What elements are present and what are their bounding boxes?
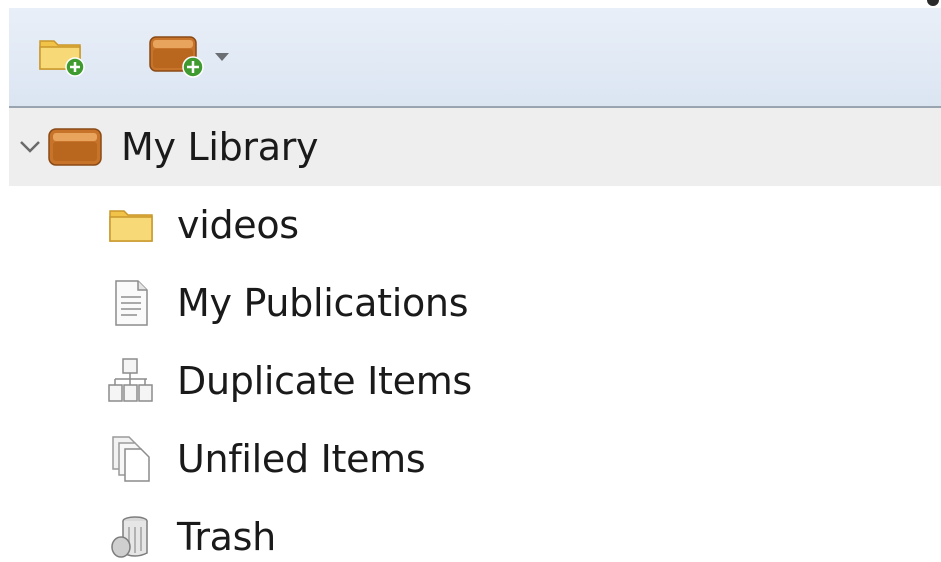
new-collection-button[interactable] [37, 26, 93, 88]
tree-item-duplicate-items[interactable]: Duplicate Items [9, 342, 941, 420]
zotero-collections-pane: My Library videos My Publications Duplic… [0, 0, 941, 562]
library-icon [47, 125, 103, 169]
tree-item-label: Unfiled Items [177, 437, 426, 481]
tree-item-label: videos [177, 203, 299, 247]
pane-edge [0, 0, 9, 562]
chevron-down-icon[interactable] [215, 53, 229, 61]
tree-item-trash[interactable]: Trash [9, 498, 941, 562]
tree-item-label: Trash [177, 515, 276, 559]
duplicate-icon [103, 358, 159, 403]
tree-item-videos[interactable]: videos [9, 186, 941, 264]
tree-item-label: My Library [121, 125, 319, 169]
window-edge-mark [927, 0, 939, 6]
tree-item-label: My Publications [177, 281, 469, 325]
unfiled-icon [103, 436, 159, 482]
new-library-button[interactable] [147, 26, 259, 88]
collections-toolbar [9, 8, 941, 108]
folder-icon [103, 203, 159, 247]
tree-item-label: Duplicate Items [177, 359, 472, 403]
library-add-icon [147, 31, 207, 83]
expand-chevron-icon[interactable] [15, 132, 45, 162]
tree-item-my-library[interactable]: My Library [9, 108, 941, 186]
tree-item-unfiled-items[interactable]: Unfiled Items [9, 420, 941, 498]
folder-add-icon [37, 33, 87, 81]
collections-tree: My Library videos My Publications Duplic… [9, 108, 941, 562]
document-icon [103, 280, 159, 326]
trash-icon [103, 515, 159, 559]
tree-item-my-publications[interactable]: My Publications [9, 264, 941, 342]
